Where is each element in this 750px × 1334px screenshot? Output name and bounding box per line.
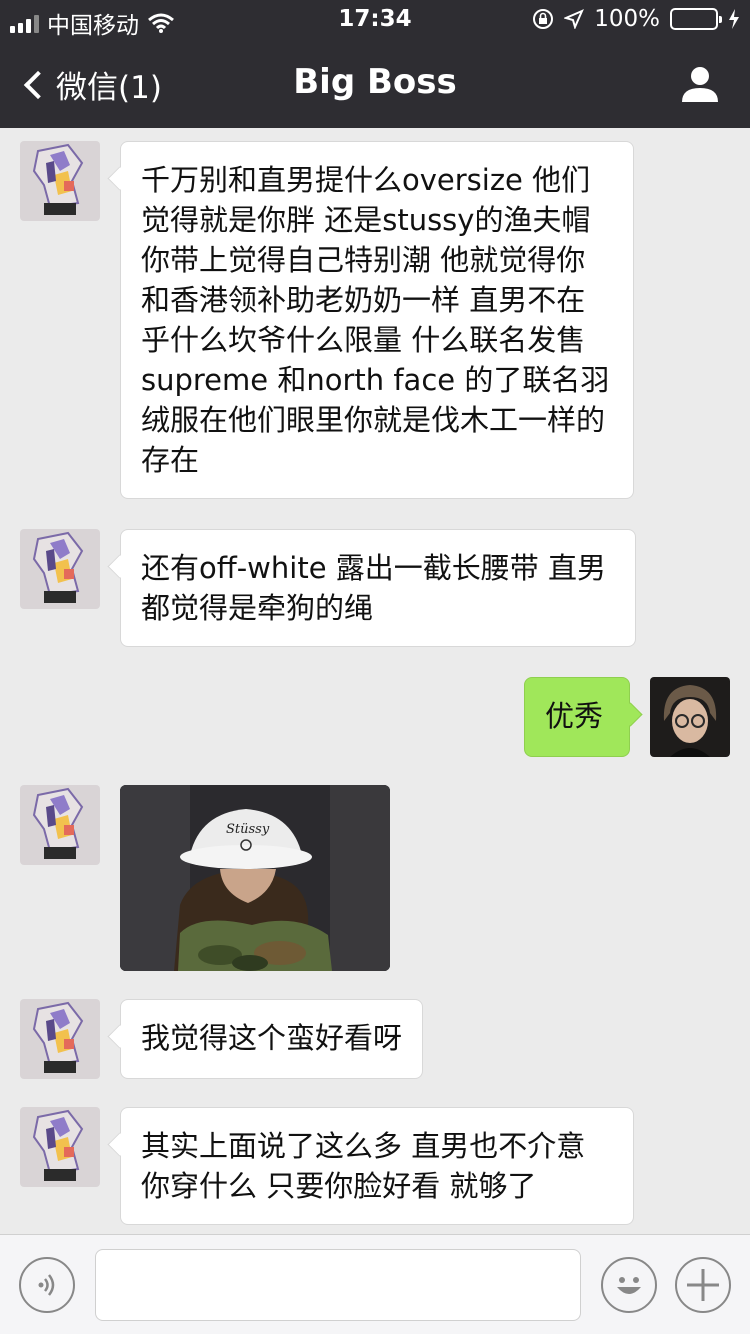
message-row: 还有off-white 露出一截长腰带 直男都觉得是牵狗的绳: [0, 529, 750, 649]
plus-icon: [687, 1269, 719, 1301]
status-right: 100%: [532, 6, 740, 32]
battery-icon: [670, 8, 722, 30]
more-button[interactable]: [675, 1257, 731, 1313]
message-row: Stüssy: [0, 785, 750, 973]
charging-icon: [729, 9, 739, 29]
chat-area[interactable]: 千万别和直男提什么oversize 他们觉得就是你胖 还是stussy的渔夫帽 …: [0, 128, 750, 1234]
avatar[interactable]: [20, 785, 100, 865]
battery-percent: 100%: [594, 6, 660, 32]
voice-icon: [38, 1274, 55, 1296]
avatar-image: [20, 529, 100, 609]
message-bubble[interactable]: 我觉得这个蛮好看呀: [120, 999, 424, 1079]
avatar-image: [20, 785, 100, 865]
message-input[interactable]: [95, 1249, 581, 1321]
user-icon[interactable]: [680, 64, 720, 104]
message-bubble-self[interactable]: 优秀: [524, 677, 630, 757]
rotation-lock-icon: [533, 9, 554, 29]
message-row: 我觉得这个蛮好看呀: [0, 999, 750, 1081]
message-bubble[interactable]: 千万别和直男提什么oversize 他们觉得就是你胖 还是stussy的渔夫帽 …: [120, 141, 634, 499]
my-avatar[interactable]: [650, 677, 730, 757]
message-bubble[interactable]: 还有off-white 露出一截长腰带 直男都觉得是牵狗的绳: [120, 529, 636, 647]
location-icon: [564, 9, 585, 29]
avatar-image: [650, 677, 730, 757]
message-bubble[interactable]: 其实上面说了这么多 直男也不介意你穿什么 只要你脸好看 就够了: [120, 1107, 634, 1225]
avatar[interactable]: [20, 141, 100, 221]
message-row: 优秀: [0, 677, 750, 759]
avatar-image: [20, 141, 100, 221]
emoji-icon: [617, 1277, 641, 1294]
emoji-button[interactable]: [601, 1257, 657, 1313]
chat-title: Big Boss: [293, 62, 457, 102]
avatar[interactable]: [20, 1107, 100, 1187]
avatar[interactable]: [20, 999, 100, 1079]
voice-button[interactable]: [19, 1257, 75, 1313]
avatar-image: [20, 1107, 100, 1187]
message-row: 千万别和直男提什么oversize 他们觉得就是你胖 还是stussy的渔夫帽 …: [0, 141, 750, 501]
nav-bar: 微信(1) Big Boss: [0, 40, 750, 128]
message-row: 其实上面说了这么多 直男也不介意你穿什么 只要你脸好看 就够了: [0, 1107, 750, 1229]
avatar[interactable]: [20, 529, 100, 609]
photo-image: Stüssy: [120, 785, 390, 971]
avatar-image: [20, 999, 100, 1079]
status-bar: 中国移动 17:34 100%: [0, 0, 750, 40]
input-bar: [0, 1234, 750, 1334]
image-message[interactable]: Stüssy: [120, 785, 390, 971]
hat-text: Stüssy: [226, 822, 270, 837]
